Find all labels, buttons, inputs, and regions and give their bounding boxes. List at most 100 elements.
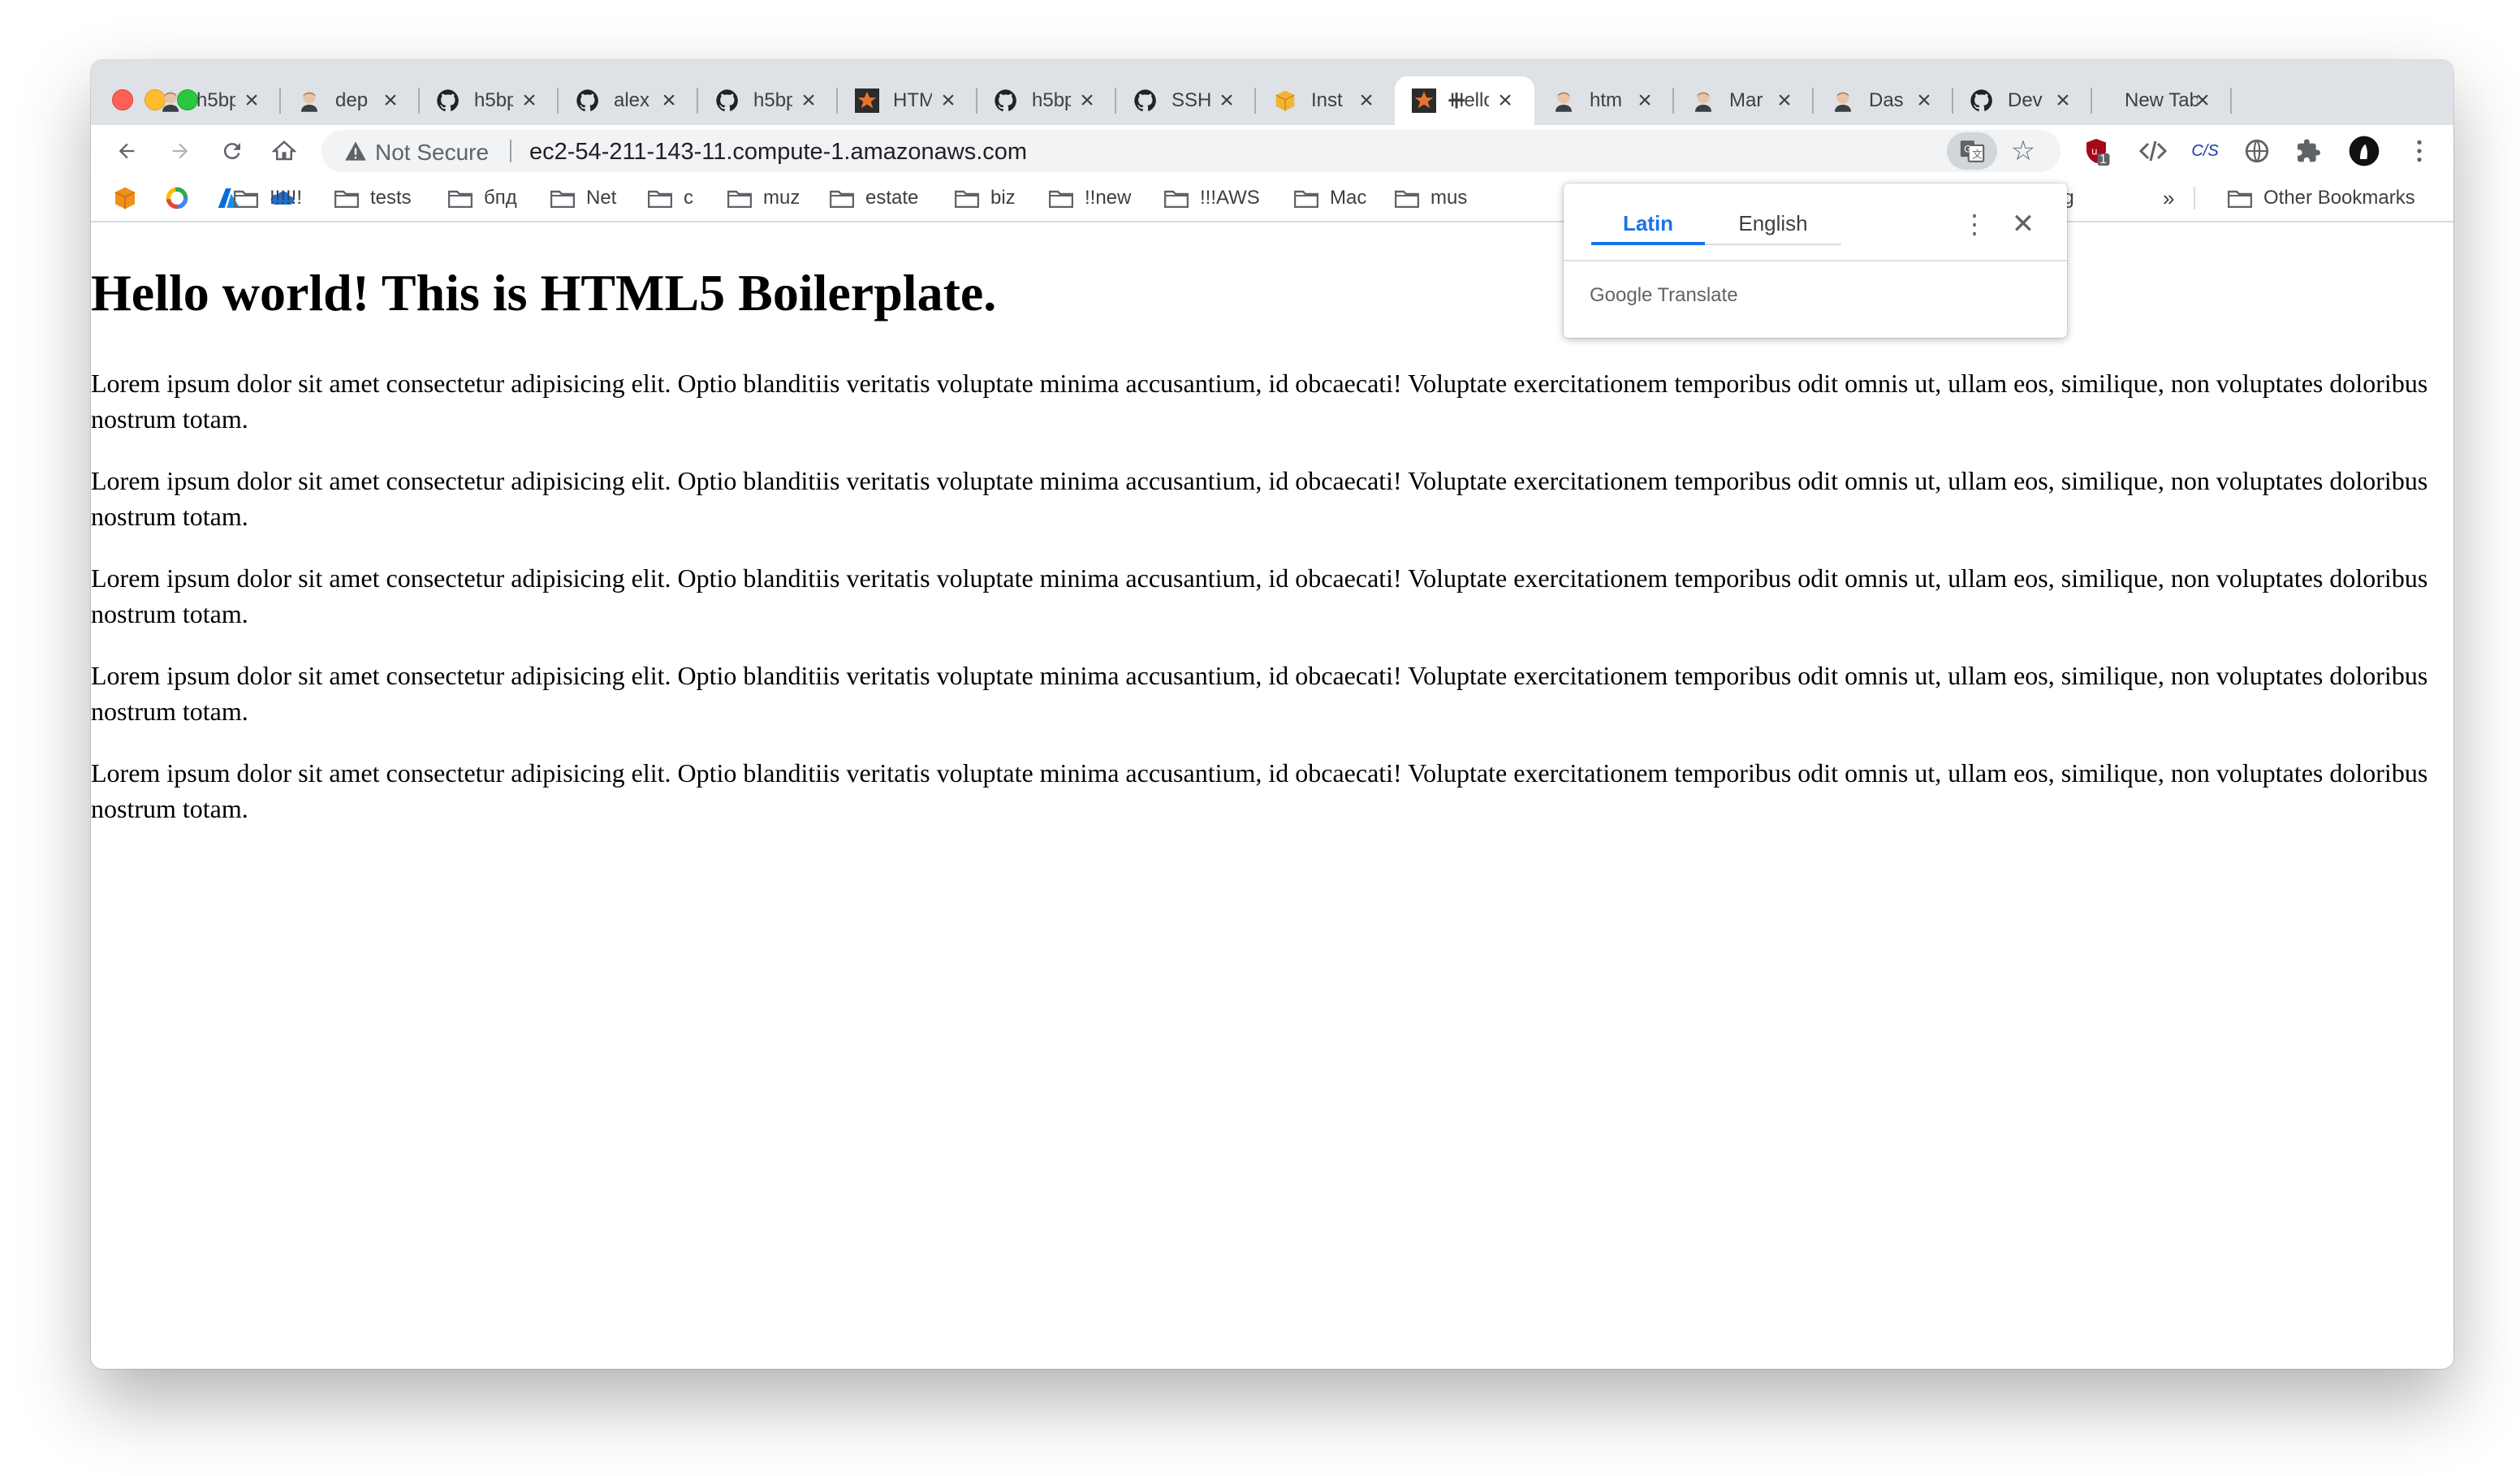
bookmark-folder[interactable]: !!!AWS [1164, 185, 1260, 211]
reload-button[interactable] [214, 133, 250, 169]
tab-source-language[interactable]: Latin [1591, 205, 1705, 242]
bookmark-folder-label: !!new [1085, 187, 1132, 209]
bookmarks-separator [2194, 187, 2195, 209]
tab-title: Dev [2008, 89, 2043, 111]
forward-button[interactable] [162, 133, 198, 169]
folder-icon [2228, 190, 2252, 208]
tab-close-icon[interactable]: × [656, 87, 682, 114]
tab-close-icon[interactable]: × [935, 87, 961, 114]
bookmarks-overflow-chevron[interactable]: » [2163, 185, 2174, 211]
bookmark-folder[interactable]: Mac [1294, 185, 1366, 211]
css-extension-icon[interactable]: C/S [2187, 133, 2223, 169]
tab-title: SSH [1172, 89, 1210, 111]
tab-title: htm [1590, 89, 1623, 111]
bookmark-folder[interactable]: бпд [448, 185, 517, 211]
tab-title: dep [335, 89, 369, 111]
bookmark-folder[interactable]: estate [830, 185, 918, 211]
browser-tab[interactable]: htm × [1534, 76, 1674, 125]
browser-tab[interactable]: HTML× [838, 76, 977, 125]
url-text[interactable]: ec2-54-211-143-11.compute-1.amazonaws.co… [529, 139, 1027, 166]
bookmark-folder[interactable]: muz [727, 185, 800, 211]
avatar-icon [1830, 88, 1856, 114]
close-icon[interactable]: ✕ [2005, 205, 2041, 244]
browser-tab[interactable]: Dev × [1953, 76, 2092, 125]
bookmark-folder-label: tests [370, 187, 412, 209]
tab-close-icon[interactable]: × [1074, 87, 1100, 114]
tab-close-icon[interactable]: × [1214, 87, 1240, 114]
translate-icon: G文 [1960, 140, 1985, 162]
folder-icon [1164, 190, 1189, 208]
warning-icon[interactable] [343, 138, 369, 164]
folder-icon [234, 190, 258, 208]
tab-close-icon[interactable]: × [1911, 87, 1937, 114]
github-icon [993, 88, 1019, 114]
browser-tab[interactable]: Inst × [1256, 76, 1396, 125]
browser-tab[interactable]: h5bp × [419, 76, 559, 125]
browser-tab[interactable]: SSH × [1116, 76, 1256, 125]
new-tab-button[interactable]: + [1439, 83, 1474, 119]
avatar-icon [158, 88, 183, 114]
browser-tab[interactable]: dep × [280, 76, 420, 125]
browser-window: h5bp×dep×h5bp×alex×h5bp×HTML×h5bp×SSH×In… [91, 60, 2453, 1369]
bookmark-folder[interactable]: Net [550, 185, 616, 211]
browser-tab[interactable]: alex × [559, 76, 698, 125]
back-button[interactable] [109, 133, 145, 169]
other-bookmarks-folder[interactable]: Other Bookmarks [2228, 185, 2415, 211]
bookmark-folder[interactable]: biz [955, 185, 1016, 211]
tab-close-icon[interactable]: × [2190, 87, 2216, 114]
browser-tab[interactable]: h5bp × [141, 76, 281, 125]
home-button[interactable] [266, 133, 302, 169]
browser-menu-icon[interactable] [2401, 133, 2437, 169]
avatar-icon [1690, 88, 1716, 114]
tab-close-icon[interactable]: × [1771, 87, 1797, 114]
tab-title: h5bp [474, 89, 513, 111]
globe-extension-icon[interactable] [2239, 133, 2275, 169]
forward-arrow-icon [172, 143, 188, 159]
tab-close-icon[interactable]: × [239, 87, 265, 114]
browser-tab[interactable]: Das × [1814, 76, 1953, 125]
browser-tab[interactable]: h5bp × [698, 76, 838, 125]
address-bar[interactable]: Not Secure ec2-54-211-143-11.compute-1.a… [321, 130, 2060, 172]
more-options-icon[interactable]: ⋮ [1958, 205, 1991, 244]
tab-close-icon[interactable]: × [378, 87, 403, 114]
tab-close-icon[interactable]: × [1353, 87, 1379, 114]
translate-button[interactable]: G文 [1947, 132, 1997, 170]
tab-strip: h5bp×dep×h5bp×alex×h5bp×HTML×h5bp×SSH×In… [91, 60, 2453, 125]
bookmark-folder[interactable]: !!!!!! [234, 185, 302, 211]
other-bookmarks-label: Other Bookmarks [2263, 187, 2415, 209]
github-icon [435, 88, 461, 114]
tab-close-icon[interactable]: × [796, 87, 822, 114]
close-window-button[interactable] [112, 89, 133, 110]
box-bookmark-icon[interactable] [112, 185, 138, 211]
tab-target-language[interactable]: English [1705, 205, 1841, 242]
tab-close-icon[interactable]: × [1632, 87, 1658, 114]
folder-icon [648, 190, 672, 208]
folder-icon [1395, 190, 1419, 208]
bookmark-folder[interactable]: !!new [1049, 185, 1131, 211]
avatar-icon [1551, 88, 1577, 114]
paragraph: Lorem ipsum dolor sit amet consectetur a… [91, 563, 2428, 628]
box-icon [1272, 88, 1298, 114]
bookmark-folder[interactable]: mus [1395, 185, 1467, 211]
browser-tab[interactable]: New Tab × [2092, 76, 2232, 125]
browser-tab[interactable]: Mar × [1674, 76, 1814, 125]
tab-close-icon[interactable]: × [516, 87, 542, 114]
reload-icon [223, 143, 240, 160]
google-drive-bookmark-icon[interactable] [164, 185, 190, 211]
github-icon [1133, 88, 1159, 114]
profile-avatar-icon[interactable] [2346, 133, 2382, 169]
bookmark-folder-label: c [684, 187, 693, 209]
bookmark-folder[interactable]: c [648, 185, 693, 211]
ublock-extension-icon[interactable]: u 1 [2078, 133, 2114, 169]
code-extension-icon[interactable] [2135, 133, 2171, 169]
toolbar: Not Secure ec2-54-211-143-11.compute-1.a… [91, 125, 2453, 175]
tab-close-icon[interactable]: × [1492, 87, 1518, 114]
bookmark-star-icon[interactable]: ☆ [2007, 135, 2039, 167]
tab-close-icon[interactable]: × [2050, 87, 2076, 114]
security-status[interactable]: Not Secure [375, 140, 489, 166]
browser-tab[interactable]: h5bp × [977, 76, 1116, 125]
paragraph: Lorem ipsum dolor sit amet consectetur a… [91, 661, 2428, 726]
extensions-puzzle-icon[interactable] [2291, 133, 2327, 169]
bookmark-folder[interactable]: tests [334, 185, 412, 211]
github-icon [1969, 88, 1995, 114]
